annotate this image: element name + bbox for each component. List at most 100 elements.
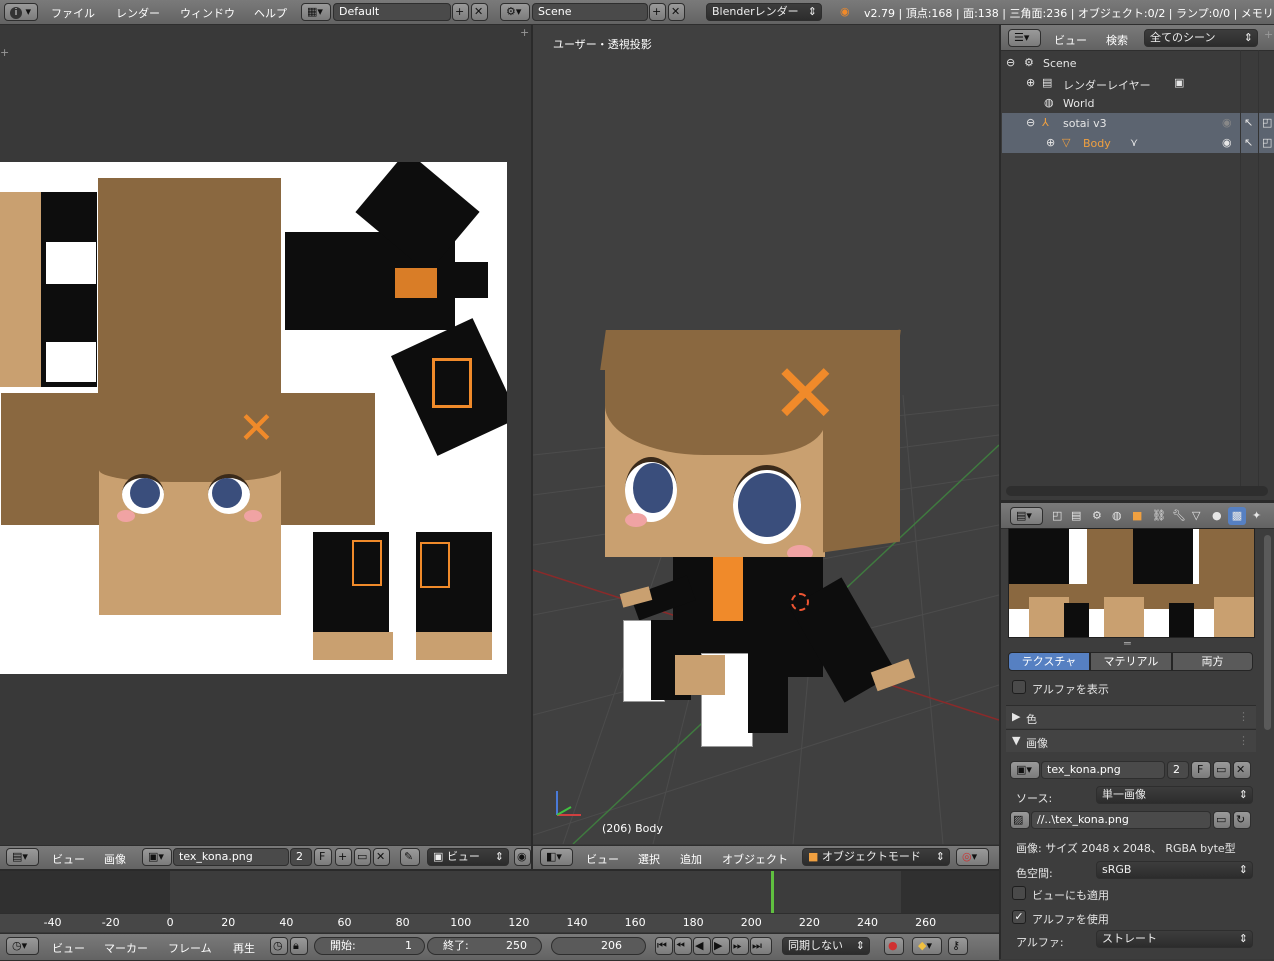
viewport-menu-object[interactable]: オブジェクト: [722, 851, 788, 867]
image-editor-menu-image[interactable]: 画像: [104, 851, 126, 867]
new-image-button[interactable]: +: [335, 848, 352, 866]
image-editor-extra-button[interactable]: ◉: [514, 848, 531, 866]
drag-grip-icon[interactable]: ⋮: [1238, 710, 1249, 724]
menu-file[interactable]: ファイル: [51, 5, 95, 21]
insert-keyframe-button[interactable]: ⚷: [948, 937, 968, 955]
browse-filepath-button[interactable]: ▭: [1213, 811, 1231, 829]
timeline-menu-view[interactable]: ビュー: [52, 940, 85, 956]
material-context-icon[interactable]: ●: [1212, 509, 1222, 523]
interaction-mode-dropdown[interactable]: ■ オブジェクトモード ⇕: [802, 848, 950, 866]
properties-image-fake-user[interactable]: F: [1191, 761, 1211, 779]
properties-scrollbar[interactable]: [1264, 535, 1271, 730]
remove-scene-button[interactable]: ✕: [668, 3, 685, 21]
image-panel-header[interactable]: ▼ 画像 ⋮: [1006, 729, 1256, 752]
texture-context-icon[interactable]: ▩: [1228, 507, 1246, 525]
lock-range-button[interactable]: 🔒︎: [290, 937, 308, 955]
scene-browse-button[interactable]: ⚙▾: [500, 3, 530, 21]
outliner-menu-search[interactable]: 検索: [1106, 32, 1128, 48]
camera-render-icon[interactable]: ◰: [1262, 116, 1272, 130]
tab-texture[interactable]: テクスチャ: [1008, 652, 1090, 671]
screen-layout-browse-button[interactable]: ▦▾: [301, 3, 331, 21]
remove-screen-button[interactable]: ✕: [471, 3, 488, 21]
view-as-render-checkbox[interactable]: [1012, 886, 1026, 900]
outliner-scrollbar[interactable]: [1006, 486, 1268, 496]
show-alpha-checkbox[interactable]: [1012, 680, 1026, 694]
properties-open-image-button[interactable]: ▭: [1213, 761, 1231, 779]
scene-field[interactable]: Scene: [532, 3, 648, 21]
image-users-count[interactable]: 2: [290, 848, 312, 866]
add-scene-button[interactable]: +: [649, 3, 666, 21]
data-context-icon[interactable]: ▽: [1192, 509, 1200, 523]
modifiers-context-icon[interactable]: 🔧︎: [1172, 509, 1186, 523]
outliner-display-mode-dropdown[interactable]: 全てのシーン ⇕: [1144, 29, 1258, 47]
image-browse-button[interactable]: ▣▾: [1010, 761, 1040, 779]
resize-handle-icon[interactable]: ═: [1124, 637, 1131, 651]
pin-image-button[interactable]: ✎: [400, 848, 420, 866]
play-button[interactable]: ▶: [712, 937, 730, 955]
viewport-shading-button[interactable]: ◎▾: [956, 848, 989, 866]
tab-both[interactable]: 両方: [1172, 652, 1253, 671]
cursor-select-icon[interactable]: ↖: [1244, 136, 1253, 150]
expand-icon[interactable]: ⊕: [1026, 76, 1035, 90]
image-editor-type-button[interactable]: ▤▾: [6, 848, 39, 866]
screen-layout-field[interactable]: Default: [333, 3, 451, 21]
play-reverse-button[interactable]: ◀: [693, 937, 711, 955]
area-corner-plus-icon[interactable]: +: [520, 26, 529, 40]
timeline-menu-frame[interactable]: フレーム: [168, 940, 212, 956]
color-panel-header[interactable]: ▶ 色 ⋮: [1006, 705, 1256, 728]
3d-viewport[interactable]: ✕: [533, 25, 999, 844]
viewport-menu-add[interactable]: 追加: [680, 851, 702, 867]
image-editor-menu-view[interactable]: ビュー: [52, 851, 85, 867]
viewport-editor-type-button[interactable]: ◧▾: [540, 848, 573, 866]
area-corner-plus-icon[interactable]: +: [0, 46, 9, 60]
properties-image-name-field[interactable]: tex_kona.png: [1041, 761, 1165, 779]
preview-range-button[interactable]: ◷: [270, 937, 288, 955]
render-engine-dropdown[interactable]: Blenderレンダー ⇕: [706, 3, 822, 21]
image-browse-button[interactable]: ▣▾: [142, 848, 172, 866]
eye-icon[interactable]: ◉: [1222, 136, 1232, 150]
menu-window[interactable]: ウィンドウ: [180, 5, 235, 21]
menu-help[interactable]: ヘルプ: [254, 5, 287, 21]
collapse-icon[interactable]: ⊖: [1026, 116, 1035, 130]
properties-image-users[interactable]: 2: [1167, 761, 1189, 779]
image-fake-user-button[interactable]: F: [314, 848, 332, 866]
eye-icon[interactable]: ◉: [1222, 116, 1232, 130]
drag-grip-icon[interactable]: ⋮: [1238, 734, 1249, 748]
outliner-row-render-layers[interactable]: ⊕ ▤ レンダーレイヤー ▣: [1002, 73, 1274, 93]
image-filepath-field[interactable]: //..\tex_kona.png: [1031, 811, 1211, 829]
render-layers-context-icon[interactable]: ▤: [1071, 509, 1081, 523]
timeline-menu-marker[interactable]: マーカー: [104, 940, 148, 956]
properties-unlink-image-button[interactable]: ✕: [1233, 761, 1251, 779]
image-name-field[interactable]: tex_kona.png: [173, 848, 289, 866]
source-dropdown[interactable]: 単一画像 ⇕: [1096, 786, 1253, 804]
area-corner-plus-icon[interactable]: +: [1264, 28, 1273, 42]
jump-to-keyframe-back-button[interactable]: ⏪︎: [674, 937, 692, 955]
uv-texture-image[interactable]: ✕: [0, 162, 507, 674]
timeline-current-frame-line[interactable]: [771, 871, 774, 913]
end-frame-field[interactable]: 終了: 250: [427, 937, 542, 955]
auto-keying-button[interactable]: ●: [884, 937, 904, 955]
current-frame-field[interactable]: 206: [551, 937, 646, 955]
jump-to-end-button[interactable]: ⏭︎: [750, 937, 772, 955]
unlink-image-button[interactable]: ✕: [373, 848, 390, 866]
jump-to-start-button[interactable]: ⏮︎: [655, 937, 673, 955]
timeline-menu-playback[interactable]: 再生: [233, 940, 255, 956]
world-context-icon[interactable]: ◍: [1112, 509, 1122, 523]
outliner-menu-view[interactable]: ビュー: [1054, 32, 1087, 48]
jump-to-keyframe-forward-button[interactable]: ⏩︎: [731, 937, 749, 955]
start-frame-field[interactable]: 開始: 1: [314, 937, 425, 955]
3d-cursor[interactable]: [791, 593, 809, 611]
open-image-button[interactable]: ▭: [354, 848, 371, 866]
outliner-editor-type-button[interactable]: ☰▾: [1008, 29, 1041, 47]
render-context-icon[interactable]: ◰: [1052, 509, 1062, 523]
info-editor-type-button[interactable]: i ▾: [4, 3, 38, 21]
constraints-context-icon[interactable]: ⛓: [1152, 509, 1166, 523]
outliner-row-sotai[interactable]: ⊖ ⅄ sotai v3 ◉ ↖ ◰: [1002, 113, 1274, 133]
viewport-menu-select[interactable]: 選択: [638, 851, 660, 867]
collapse-icon[interactable]: ⊖: [1006, 56, 1015, 70]
scene-context-icon[interactable]: ⚙: [1092, 509, 1102, 523]
use-alpha-checkbox[interactable]: ✓: [1012, 910, 1026, 924]
keying-set-button[interactable]: ◆▾: [912, 937, 942, 955]
properties-editor-type-button[interactable]: ▤▾: [1010, 507, 1043, 525]
menu-render[interactable]: レンダー: [116, 5, 160, 21]
